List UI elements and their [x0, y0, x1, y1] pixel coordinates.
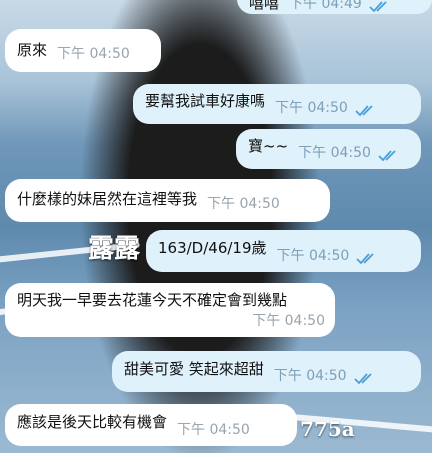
message-bubble-outgoing[interactable]: 甜美可愛 笑起來超甜 下午 04:50 [112, 351, 421, 392]
message-text: 要幫我試車好康嗎 [145, 92, 266, 110]
message-bubble-outgoing[interactable]: 要幫我試車好康嗎 下午 04:50 [133, 84, 421, 124]
message-bubble-incoming[interactable]: 什麼樣的妹居然在這裡等我 下午 04:50 [5, 179, 330, 222]
double-check-icon [377, 147, 401, 163]
message-time: 下午 04:50 [298, 145, 371, 161]
message-time: 下午 04:50 [177, 422, 250, 438]
message-text: 明天我一早要去花蓮今天不確定會到幾點 [17, 291, 288, 309]
background-watermark: 露露 [88, 234, 141, 264]
message-time: 下午 04:50 [275, 100, 348, 116]
message-time: 下午 04:49 [289, 0, 362, 12]
message-bubble-incoming[interactable]: 應該是後天比較有機會 下午 04:50 [5, 404, 297, 446]
message-text: 原來 [17, 40, 48, 59]
message-bubble-incoming[interactable]: 明天我一早要去花蓮今天不確定會到幾點 下午 04:50 [5, 283, 335, 337]
message-text: 應該是後天比較有機會 [17, 413, 168, 431]
message-time: 下午 04:50 [57, 46, 130, 62]
message-bubble-outgoing[interactable]: 寶~~ 下午 04:50 [236, 129, 421, 169]
message-bubble-incoming[interactable]: 原來 下午 04:50 [5, 29, 161, 72]
message-bubble-outgoing[interactable]: 嘻嘻 下午 04:49 [237, 0, 432, 14]
message-text: 嘻嘻 [249, 0, 280, 12]
message-bubble-outgoing[interactable]: 163/D/46/19歲 下午 04:50 [146, 230, 421, 272]
double-check-icon [353, 370, 377, 386]
message-text: 寶~~ [248, 137, 289, 155]
message-time: 下午 04:50 [273, 368, 347, 384]
message-text: 163/D/46/19歲 [158, 239, 267, 257]
message-text: 甜美可愛 笑起來超甜 [124, 359, 264, 378]
message-time: 下午 04:50 [207, 196, 280, 212]
double-check-icon [368, 0, 392, 14]
message-time: 下午 04:50 [252, 313, 325, 329]
message-text: 什麼樣的妹居然在這裡等我 [17, 189, 198, 208]
message-time: 下午 04:50 [276, 248, 350, 264]
double-check-icon [354, 102, 378, 118]
background-watermark: 775a [300, 417, 355, 441]
double-check-icon [355, 250, 379, 266]
